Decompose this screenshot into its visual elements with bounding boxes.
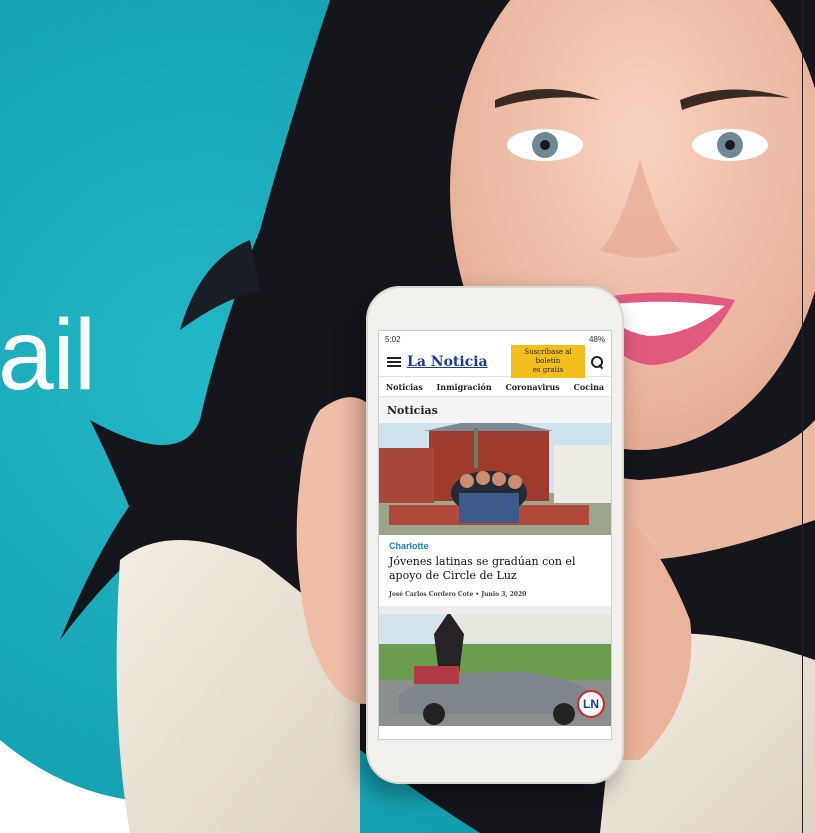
frame-border: [802, 0, 803, 833]
section-title: Noticias: [379, 397, 611, 423]
app-header: La Noticia Suscríbase al boletín es grat…: [379, 345, 611, 378]
nav-item-cocina[interactable]: Cocina: [574, 382, 605, 392]
divider: [379, 606, 611, 614]
article-author: José Carlos Cordero Cote: [389, 591, 474, 598]
hamburger-menu-icon[interactable]: [387, 356, 401, 367]
status-battery: 48%: [588, 334, 605, 344]
article-byline: José Carlos Cordero Cote • Junio 3, 2020: [389, 591, 527, 598]
article-title[interactable]: Jóvenes latinas se gradúan con el apoyo …: [389, 555, 601, 583]
nav-item-coronavirus[interactable]: Coronavirus: [505, 382, 559, 392]
second-article[interactable]: LN: [379, 614, 611, 726]
status-time: 5:02: [385, 334, 401, 344]
phone-screen: 5:02 48% La Noticia Suscríbase al boletí…: [378, 330, 612, 740]
article-date: Junio 3, 2020: [481, 591, 527, 598]
nav-item-inmigracion[interactable]: Inmigración: [437, 382, 492, 392]
banner-headline: ail: [0, 299, 96, 411]
article-card[interactable]: Charlotte Jóvenes latinas se gradúan con…: [379, 535, 611, 606]
pupil: [540, 140, 550, 150]
smartphone: 5:02 48% La Noticia Suscríbase al boletí…: [366, 286, 624, 784]
ln-logo-badge: LN: [577, 690, 605, 718]
site-logo[interactable]: La Noticia: [407, 354, 488, 370]
article-category[interactable]: Charlotte: [389, 541, 601, 551]
article-photo[interactable]: [379, 423, 612, 535]
category-nav: Noticias Inmigración Coronavirus Cocina: [379, 377, 611, 397]
ad-banner: ail 5:02 48% La Noticia Suscríbase al bo…: [0, 0, 815, 833]
subscribe-label-line2: es gratis: [532, 366, 564, 374]
subscribe-label-line1: Suscríbase al boletín: [524, 348, 572, 365]
nav-item-noticias[interactable]: Noticias: [386, 382, 423, 392]
search-icon[interactable]: [591, 355, 603, 368]
subscribe-button[interactable]: Suscríbase al boletín es gratis: [511, 345, 585, 378]
pupil: [725, 140, 735, 150]
